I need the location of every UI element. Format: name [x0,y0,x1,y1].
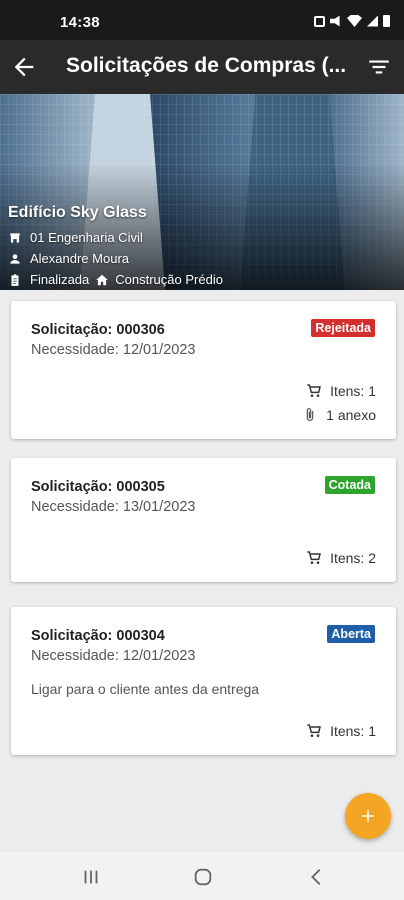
battery-icon [383,15,390,27]
project-info: Edifício Sky Glass 01 Engenharia Civil A… [8,204,223,290]
project-header: Edifício Sky Glass 01 Engenharia Civil A… [0,94,404,290]
attachments-label: 1 anexo [326,407,376,423]
filter-icon[interactable] [366,54,392,80]
request-title: Solicitação: 000305 [31,479,165,495]
clipboard-icon [11,273,19,286]
status-bar: 14:38 [0,0,404,40]
items-label: Itens: 1 [330,383,376,399]
add-request-button[interactable] [345,793,391,839]
project-name: Edifício Sky Glass [8,204,147,221]
request-card[interactable]: Solicitação: 000305 Necessidade: 13/01/2… [11,458,396,582]
plus-icon [362,810,374,822]
request-card[interactable]: Solicitação: 000304 Necessidade: 12/01/2… [11,607,396,755]
home-nav-icon[interactable] [192,866,214,888]
items-label: Itens: 2 [330,550,376,566]
signal-icon [367,15,378,27]
app-bar: Solicitações de Compras (... [0,40,404,94]
status-badge: Cotada [324,476,375,494]
items-count: Itens: 2 [306,550,376,566]
project-person: Alexandre Moura [30,251,129,266]
request-need-date: Necessidade: 12/01/2023 [31,648,196,664]
system-nav-bar [0,852,404,900]
recent-apps-icon[interactable] [80,866,102,888]
page-title: Solicitações de Compras (... [66,54,347,77]
status-icons [314,15,390,27]
department-row: 01 Engenharia Civil [8,227,223,248]
home-icon [96,274,109,285]
paperclip-icon [306,408,314,421]
items-count: Itens: 1 [306,723,376,739]
project-department: 01 Engenharia Civil [30,230,143,245]
status-time: 14:38 [60,14,100,31]
request-card[interactable]: Solicitação: 000306 Necessidade: 12/01/2… [11,301,396,439]
attachments-count: 1 anexo [302,407,376,423]
cart-icon [307,724,322,737]
store-icon [10,232,20,243]
notification-icon [314,15,325,27]
request-note: Ligar para o cliente antes da entrega [31,681,260,697]
mute-icon [330,15,340,27]
items-count: Itens: 1 [306,383,376,399]
cart-icon [307,384,322,397]
person-row: Alexandre Moura [8,248,223,269]
back-nav-icon[interactable] [306,866,328,888]
request-title: Solicitação: 000304 [31,628,165,644]
request-need-date: Necessidade: 12/01/2023 [31,342,196,358]
cart-icon [307,551,322,564]
back-arrow-icon[interactable] [10,53,38,81]
person-icon [10,253,20,264]
status-row: Finalizada Construção Prédio [8,269,223,290]
request-title: Solicitação: 000306 [31,322,165,338]
status-badge: Rejeitada [311,319,375,337]
items-label: Itens: 1 [330,723,376,739]
project-category: Construção Prédio [115,272,223,287]
request-need-date: Necessidade: 13/01/2023 [31,499,196,515]
project-status: Finalizada [30,272,90,287]
status-badge: Aberta [327,625,375,643]
wifi-icon [347,15,362,27]
